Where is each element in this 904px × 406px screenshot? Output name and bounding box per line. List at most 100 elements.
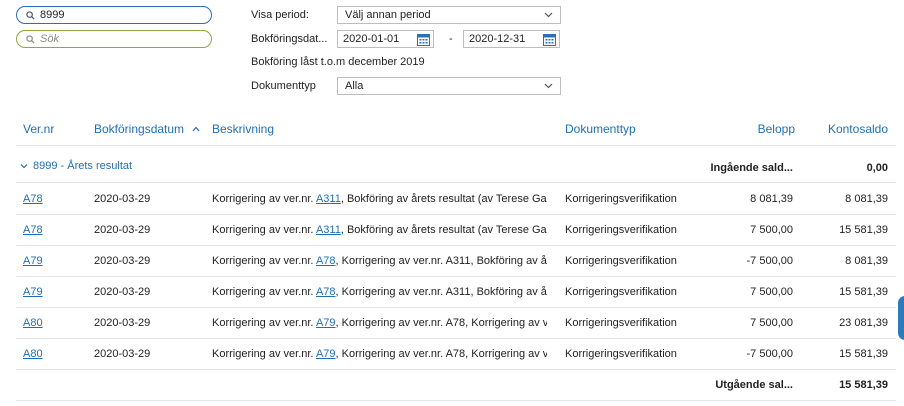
closing-balance-value: 15 581,39 <box>839 379 888 391</box>
chevron-down-icon <box>544 12 553 18</box>
column-header-doctype[interactable]: Dokumenttyp <box>565 122 636 136</box>
description-rest: , Korrigering av ver.nr. A311, Bokföring… <box>335 255 547 267</box>
row-doctype: Korrigeringsverifikation <box>565 348 677 360</box>
account-group-row: 8999 - Årets resultat Ingående sald... 0… <box>16 152 896 183</box>
row-description: Korrigering av ver.nr. A78, Korrigering … <box>212 286 547 298</box>
row-amount: 8 081,39 <box>750 193 793 205</box>
row-amount: -7 500,00 <box>746 348 793 360</box>
description-rest: , Korrigering av ver.nr. A78, Korrigerin… <box>335 317 547 329</box>
row-balance: 23 081,39 <box>839 317 888 329</box>
column-header-date-label: Bokföringsdatum <box>94 122 185 136</box>
text-search-input[interactable] <box>40 33 200 45</box>
description-rest: , Bokföring av årets resultat (av Terese… <box>340 193 547 205</box>
group-toggle[interactable]: 8999 - Årets resultat <box>20 160 132 172</box>
description-reference-link[interactable]: A78 <box>316 286 336 298</box>
date-to-value: 2020-12-31 <box>469 33 526 45</box>
date-from-field[interactable]: 2020-01-01 <box>337 30 434 48</box>
description-reference-link[interactable]: A78 <box>316 255 336 267</box>
description-prefix: Korrigering av ver.nr. <box>212 224 316 236</box>
row-date: 2020-03-29 <box>94 255 151 267</box>
doctype-select[interactable]: Alla <box>337 77 561 95</box>
row-description: Korrigering av ver.nr. A79, Korrigering … <box>212 348 547 360</box>
search-icon <box>26 34 35 44</box>
row-balance: 15 581,39 <box>839 224 888 236</box>
column-header-vernr[interactable]: Ver.nr <box>23 122 54 136</box>
group-label: 8999 - Årets resultat <box>33 160 133 172</box>
doctype-label: Dokumenttyp <box>251 80 316 92</box>
table-row[interactable]: A78 2020-03-29 Korrigering av ver.nr. A311… <box>16 183 896 215</box>
description-reference-link[interactable]: A311 <box>316 193 341 205</box>
description-rest: , Bokföring av årets resultat (av Terese… <box>340 224 547 236</box>
table-bottom-divider <box>16 400 896 401</box>
side-panel-tab[interactable] <box>898 296 904 340</box>
description-prefix: Korrigering av ver.nr. <box>212 193 316 205</box>
calendar-icon[interactable] <box>417 33 430 46</box>
row-doctype: Korrigeringsverifikation <box>565 193 677 205</box>
period-select-value: Välj annan period <box>345 9 431 21</box>
vernr-link[interactable]: A79 <box>23 255 83 267</box>
table-row[interactable]: A79 2020-03-29 Korrigering av ver.nr. A78,… <box>16 245 896 277</box>
row-description: Korrigering av ver.nr. A311, Bokföring a… <box>212 193 547 205</box>
row-amount: 7 500,00 <box>750 286 793 298</box>
table-row[interactable]: A80 2020-03-29 Korrigering av ver.nr. A79,… <box>16 307 896 339</box>
description-rest: , Korrigering av ver.nr. A311, Bokföring… <box>335 286 547 298</box>
account-search-box[interactable] <box>16 6 212 24</box>
account-search-input[interactable] <box>40 9 200 21</box>
table-row[interactable]: A78 2020-03-29 Korrigering av ver.nr. A311… <box>16 214 896 246</box>
header-divider <box>16 145 896 146</box>
opening-balance-value: 0,00 <box>866 162 888 174</box>
row-description: Korrigering av ver.nr. A78, Korrigering … <box>212 255 547 267</box>
column-header-description[interactable]: Beskrivning <box>212 122 274 136</box>
row-balance: 8 081,39 <box>845 255 888 267</box>
column-header-date[interactable]: Bokföringsdatum <box>94 122 200 136</box>
locked-period-notice: Bokföring låst t.o.m december 2019 <box>251 56 425 68</box>
period-select[interactable]: Välj annan period <box>337 6 561 24</box>
doctype-select-value: Alla <box>345 80 364 92</box>
row-date: 2020-03-29 <box>94 348 151 360</box>
row-balance: 8 081,39 <box>845 193 888 205</box>
calendar-icon[interactable] <box>543 33 556 46</box>
date-from-value: 2020-01-01 <box>343 33 400 45</box>
closing-balance-label: Utgående sal... <box>715 379 793 391</box>
opening-balance-label: Ingående sald... <box>710 162 793 174</box>
vernr-link[interactable]: A78 <box>23 193 83 205</box>
date-to-field[interactable]: 2020-12-31 <box>463 30 560 48</box>
row-doctype: Korrigeringsverifikation <box>565 286 677 298</box>
period-label: Visa period: <box>251 9 309 21</box>
text-search-box[interactable] <box>16 30 212 48</box>
sort-ascending-icon <box>192 126 200 132</box>
row-date: 2020-03-29 <box>94 317 151 329</box>
description-reference-link[interactable]: A311 <box>316 224 341 236</box>
date-label: Bokföringsdat... <box>251 33 328 45</box>
vernr-link[interactable]: A80 <box>23 317 83 329</box>
description-prefix: Korrigering av ver.nr. <box>212 348 316 360</box>
row-amount: -7 500,00 <box>746 255 793 267</box>
description-reference-link[interactable]: A79 <box>316 348 336 360</box>
row-date: 2020-03-29 <box>94 286 151 298</box>
description-reference-link[interactable]: A79 <box>316 317 336 329</box>
row-balance: 15 581,39 <box>839 348 888 360</box>
search-icon <box>26 10 35 20</box>
row-doctype: Korrigeringsverifikation <box>565 224 677 236</box>
description-prefix: Korrigering av ver.nr. <box>212 255 316 267</box>
table-row[interactable]: A80 2020-03-29 Korrigering av ver.nr. A79,… <box>16 338 896 370</box>
row-doctype: Korrigeringsverifikation <box>565 255 677 267</box>
column-header-balance[interactable]: Kontosaldo <box>800 122 888 136</box>
vernr-link[interactable]: A80 <box>23 348 83 360</box>
table-row[interactable]: A79 2020-03-29 Korrigering av ver.nr. A78,… <box>16 276 896 308</box>
row-description: Korrigering av ver.nr. A311, Bokföring a… <box>212 224 547 236</box>
row-date: 2020-03-29 <box>94 193 151 205</box>
row-amount: 7 500,00 <box>750 317 793 329</box>
chevron-down-icon <box>544 83 553 89</box>
column-header-amount[interactable]: Belopp <box>700 122 795 136</box>
description-rest: , Korrigering av ver.nr. A78, Korrigerin… <box>335 348 547 360</box>
collapse-icon <box>20 164 28 169</box>
vernr-link[interactable]: A78 <box>23 224 83 236</box>
vernr-link[interactable]: A79 <box>23 286 83 298</box>
closing-balance-row: Utgående sal... 15 581,39 <box>16 369 896 399</box>
description-prefix: Korrigering av ver.nr. <box>212 317 316 329</box>
row-amount: 7 500,00 <box>750 224 793 236</box>
row-date: 2020-03-29 <box>94 224 151 236</box>
date-separator: - <box>449 33 453 45</box>
row-balance: 15 581,39 <box>839 286 888 298</box>
